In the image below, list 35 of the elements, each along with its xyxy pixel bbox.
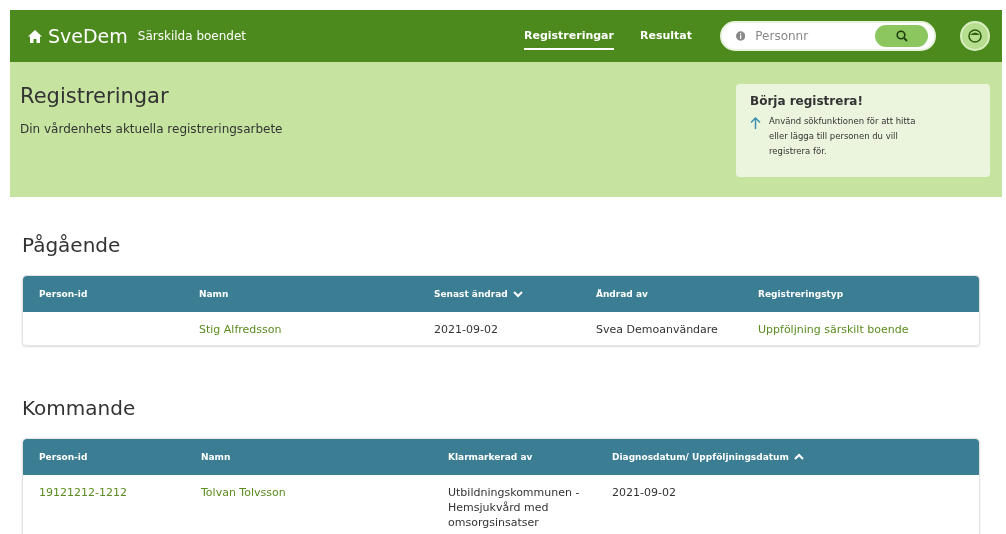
face-icon <box>968 29 982 43</box>
section-title: Kommande <box>22 396 137 420</box>
column-header[interactable]: Person-id <box>39 452 88 462</box>
section-title: Pågående <box>22 233 122 257</box>
table-link[interactable]: Tolvan Tolvsson <box>201 486 286 499</box>
search-button[interactable] <box>875 25 928 47</box>
column-header[interactable]: Klarmarkerad av <box>448 452 533 462</box>
page-title: Registreringar <box>20 84 170 108</box>
user-avatar[interactable] <box>960 21 990 51</box>
nav-tab[interactable]: Registreringar <box>523 22 614 50</box>
column-header[interactable]: Registreringstyp <box>758 289 844 299</box>
arrow-up-icon <box>750 117 761 129</box>
column-header[interactable]: Diagnosdatum/ Uppföljningsdatum <box>612 452 804 462</box>
column-header[interactable]: Namn <box>199 289 229 299</box>
info-icon <box>736 31 746 41</box>
app-subtitle: Särskilda boendet <box>137 29 247 43</box>
search-icon <box>895 30 908 42</box>
home-icon <box>28 29 42 43</box>
column-header[interactable]: Ändrad av <box>596 289 648 299</box>
home-link[interactable]: SveDem <box>28 25 128 47</box>
search-field[interactable]: Personnr <box>720 21 936 51</box>
table-link[interactable]: Uppföljning särskilt boende <box>758 323 909 336</box>
table-cell: Svea Demoanvändare <box>596 323 718 336</box>
hint-title: Börja registrera! <box>750 94 864 108</box>
table-cell-text: Utbildningskommunen - Hemsjukvård med omsorgsinsatser <box>448 485 581 530</box>
column-header[interactable]: Namn <box>201 452 231 462</box>
table-cell-text: 2021-09-02 <box>612 485 677 500</box>
table-link[interactable]: 19121212-1212 <box>39 486 127 499</box>
nav-tab[interactable]: Resultat <box>639 22 692 50</box>
hint-text: Använd sökfunktionen för att hitta eller lägga till personen du vill registrera för. <box>769 115 917 158</box>
table-cell: 2021-09-02 <box>434 323 498 336</box>
page-description: Din vårdenhets aktuella registreringsarbete <box>20 122 283 136</box>
table-link[interactable]: Stig Alfredsson <box>199 323 282 336</box>
column-header[interactable]: Senast ändrad <box>434 289 523 299</box>
column-header[interactable]: Person-id <box>39 289 88 299</box>
